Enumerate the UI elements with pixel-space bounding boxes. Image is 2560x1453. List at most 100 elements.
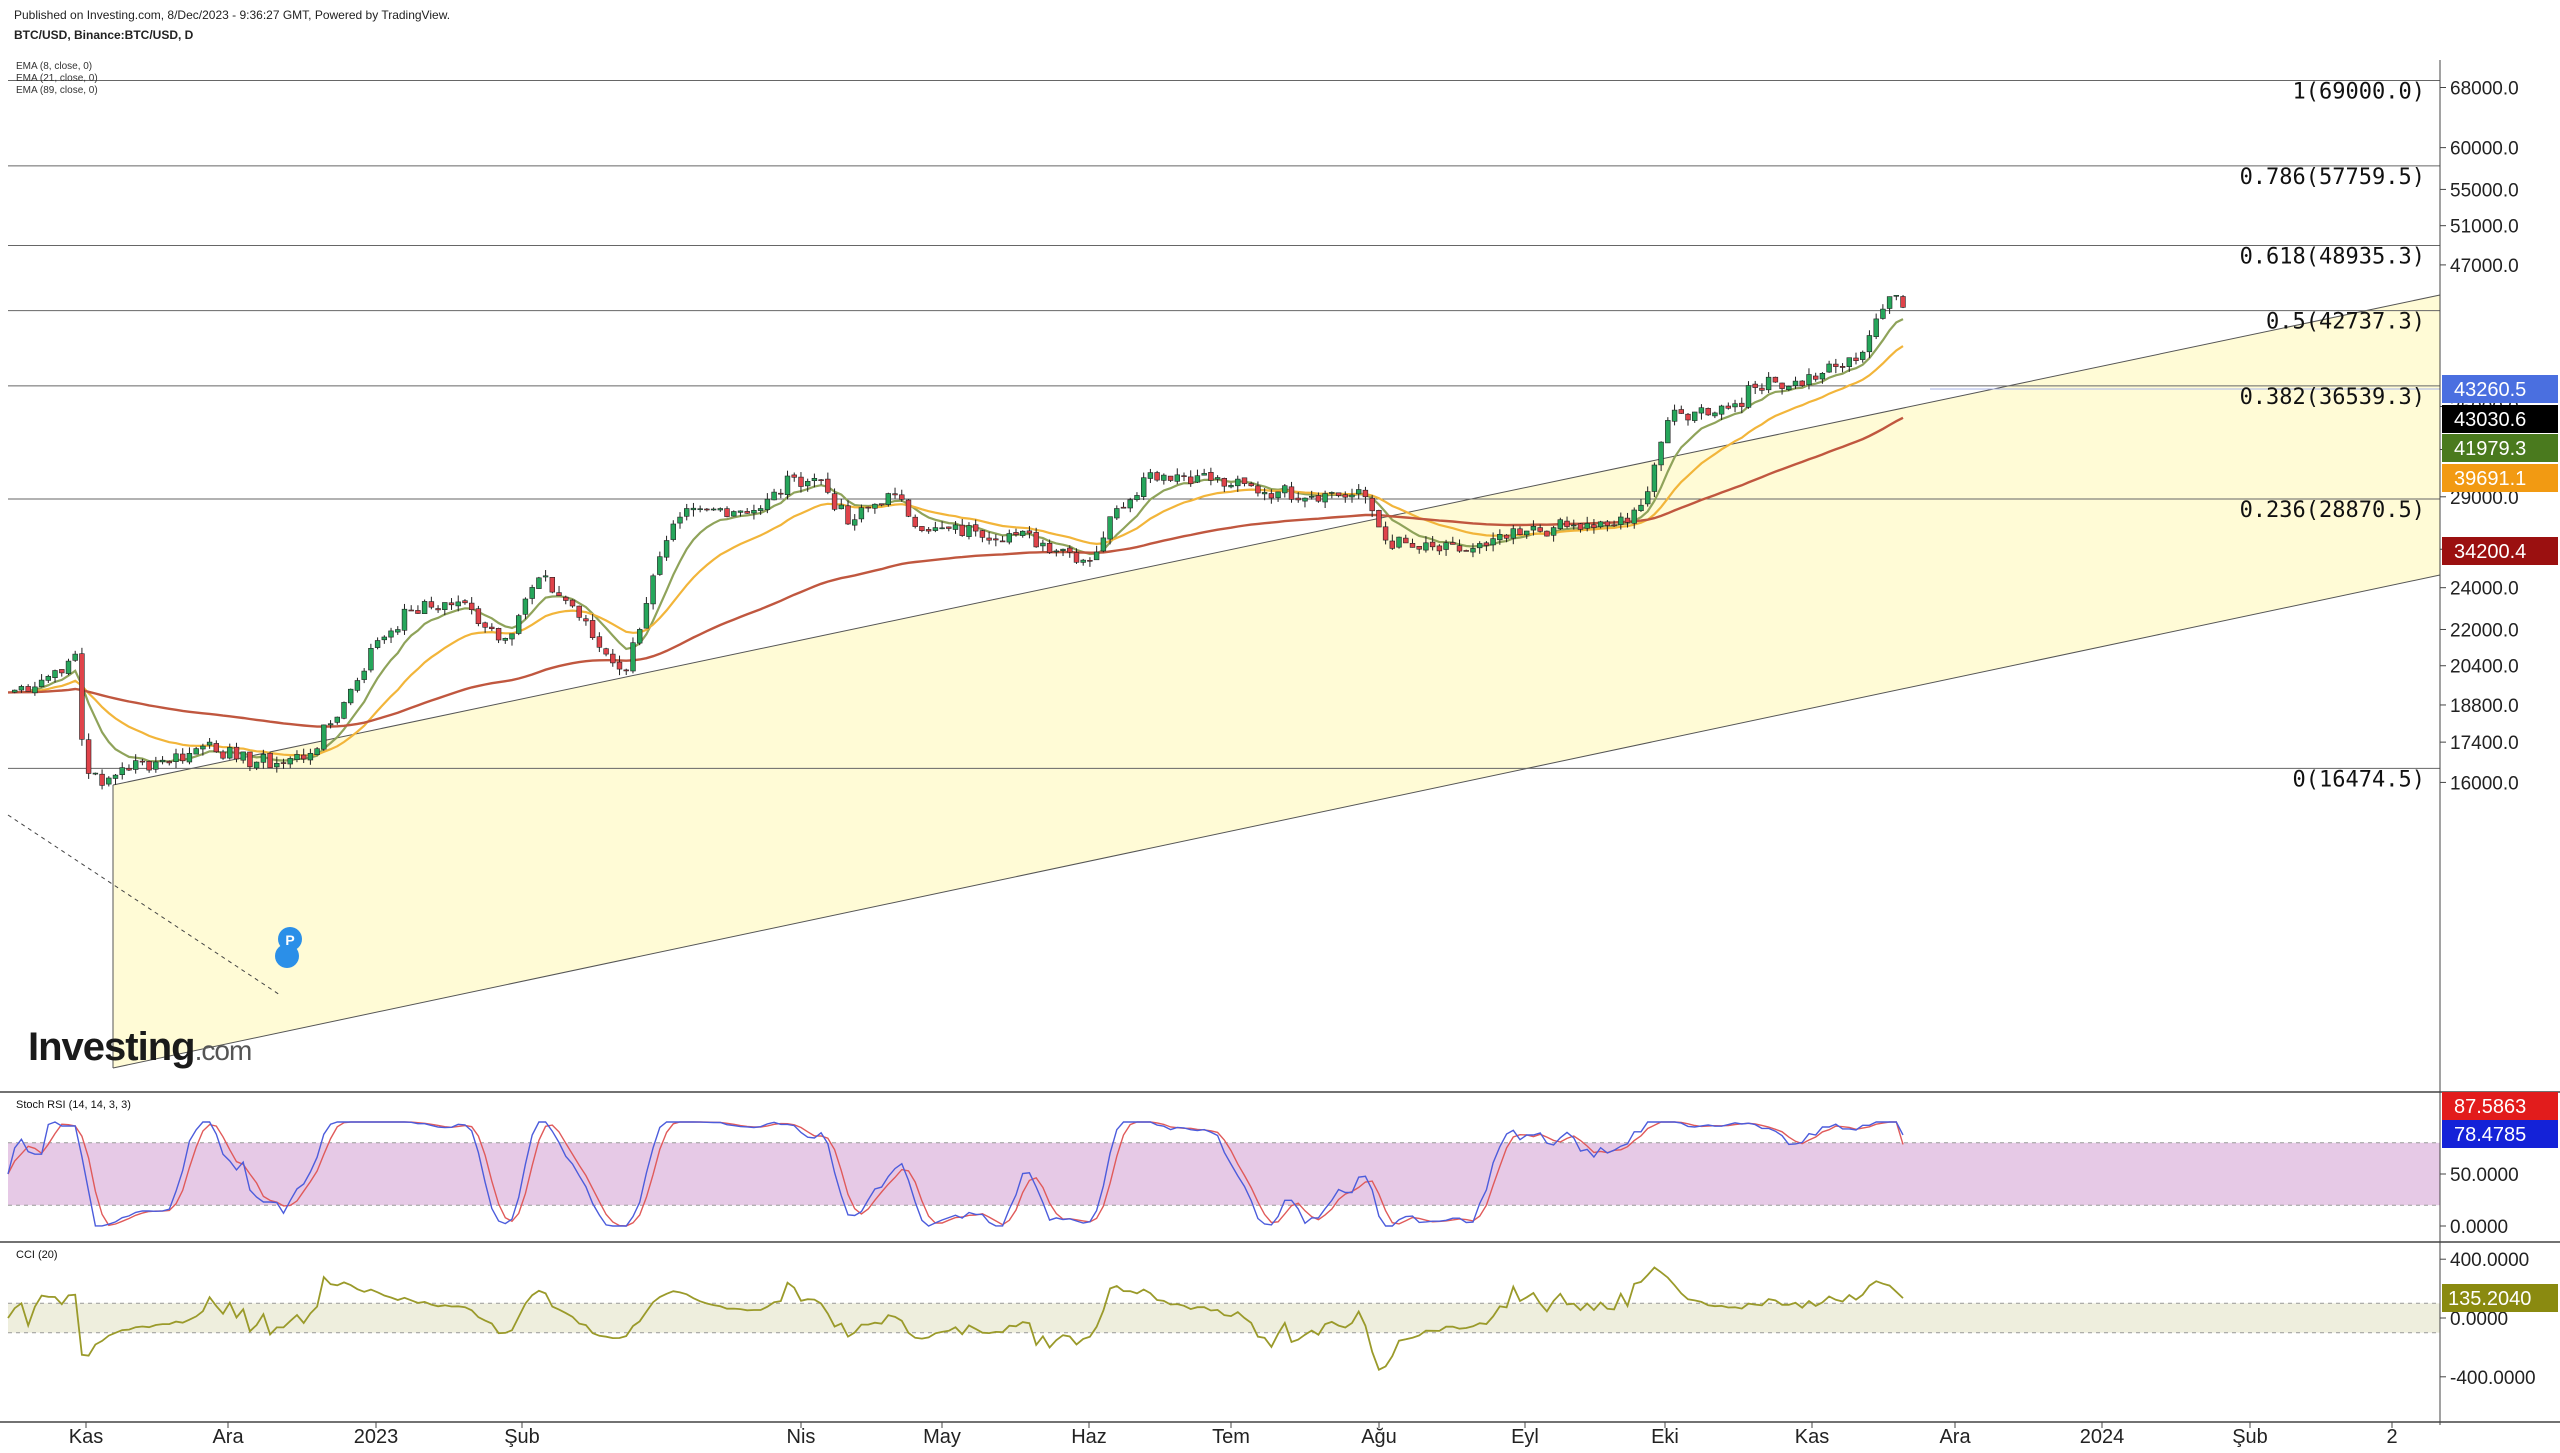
candle-body xyxy=(395,629,401,633)
candle-body xyxy=(388,630,394,638)
time-tick-label: May xyxy=(923,1426,961,1448)
candle-body xyxy=(778,492,784,495)
candle-body xyxy=(233,746,240,760)
candle-body xyxy=(1490,538,1496,546)
time-tick-label: 2024 xyxy=(2080,1426,2125,1448)
candle-body xyxy=(1860,351,1866,360)
candle-body xyxy=(112,774,119,779)
candle-body xyxy=(1329,492,1335,494)
candle-body xyxy=(1362,489,1369,498)
candle-body xyxy=(1087,559,1093,562)
candle-body xyxy=(1833,363,1839,367)
candle-body xyxy=(1591,524,1597,528)
candle-body xyxy=(368,647,374,671)
price-tick-label: 22000.0 xyxy=(2450,620,2519,641)
candle-body xyxy=(126,767,132,771)
time-tick-label: Şub xyxy=(504,1426,540,1448)
cci-tick-label: 400.0000 xyxy=(2450,1250,2529,1271)
candle-body xyxy=(1611,524,1617,527)
price-tick-label: 55000.0 xyxy=(2450,180,2519,201)
candle xyxy=(1557,517,1564,530)
candle-body xyxy=(1651,464,1658,492)
candle-body xyxy=(1779,382,1785,389)
candle-body xyxy=(334,716,340,723)
candle-body xyxy=(1604,521,1611,526)
candle-body xyxy=(1134,495,1140,500)
candle-body xyxy=(1255,485,1261,494)
stoch-rsi-title: Stoch RSI (14, 14, 3, 3) xyxy=(16,1099,131,1111)
candle xyxy=(65,658,72,676)
time-tick-label: Ara xyxy=(1939,1426,1971,1448)
candle-body xyxy=(1705,407,1711,416)
indicator-ema89: EMA (89, close, 0) xyxy=(16,85,98,96)
candle-body xyxy=(462,600,468,604)
candle-body xyxy=(213,743,219,753)
candle-body xyxy=(1107,516,1113,540)
candle-body xyxy=(294,754,300,761)
candle-body xyxy=(1033,532,1039,548)
candle-body xyxy=(563,596,569,601)
price-badge: 34200.4 xyxy=(2442,537,2558,565)
candle-body xyxy=(1477,543,1483,549)
candle-body xyxy=(206,741,213,746)
candle-body xyxy=(710,508,717,511)
candle-body xyxy=(1261,492,1268,495)
candle-body xyxy=(697,508,703,511)
candle-body xyxy=(139,760,146,763)
candle xyxy=(347,688,354,706)
candle-body xyxy=(274,762,280,768)
candle-body xyxy=(1194,475,1201,483)
candle-body xyxy=(1093,551,1100,561)
candle-body xyxy=(1671,409,1678,422)
candle-body xyxy=(1725,405,1732,409)
candle-body xyxy=(1228,484,1234,488)
candle-body xyxy=(509,633,515,640)
candle-body xyxy=(1799,380,1805,386)
candle-body xyxy=(92,772,99,775)
candle-body xyxy=(1382,526,1389,541)
candle-body xyxy=(683,508,690,517)
price-tick-label: 24000.0 xyxy=(2450,579,2519,600)
candle-body xyxy=(1739,402,1745,407)
price-tick-label: 17400.0 xyxy=(2450,733,2519,754)
stoch-tick-label: 0.0000 xyxy=(2450,1217,2508,1238)
candle-body xyxy=(1900,296,1906,308)
candle-body xyxy=(307,752,314,761)
candle-body xyxy=(227,747,233,759)
candle-body xyxy=(542,575,549,578)
candle-body xyxy=(1826,363,1832,373)
candle xyxy=(549,576,556,594)
candle-body xyxy=(1268,493,1275,499)
time-tick-label: Haz xyxy=(1071,1426,1107,1448)
candle xyxy=(1705,407,1711,416)
price-badge-label: 41979.3 xyxy=(2454,438,2526,460)
logo-text: Investing xyxy=(28,1025,196,1069)
candle-body xyxy=(1396,536,1402,548)
candle-body xyxy=(603,648,609,655)
price-badge-label: 43030.6 xyxy=(2454,409,2526,431)
candle-body xyxy=(1409,542,1416,548)
candle-body xyxy=(489,626,495,629)
time-tick-label: Ağu xyxy=(1361,1426,1397,1448)
candle-body xyxy=(1873,318,1879,337)
time-tick-label: 2023 xyxy=(354,1426,399,1448)
candle-body xyxy=(610,653,616,664)
candle-body xyxy=(1557,519,1564,529)
candle-body xyxy=(1241,477,1248,484)
candle xyxy=(79,647,85,746)
candle-body xyxy=(1080,559,1086,563)
candle-body xyxy=(1315,495,1322,502)
candle-body xyxy=(1732,403,1738,408)
candle-body xyxy=(200,745,206,750)
candle-body xyxy=(670,523,677,540)
candle xyxy=(885,492,892,507)
candle-body xyxy=(1188,476,1194,484)
candle xyxy=(1799,380,1805,387)
candle-body xyxy=(1577,523,1584,530)
candle-body xyxy=(186,752,193,763)
candle-body xyxy=(381,636,387,641)
candle-body xyxy=(851,519,858,526)
candle-body xyxy=(341,702,347,719)
candle-body xyxy=(804,480,811,487)
candle-body xyxy=(1772,376,1779,383)
